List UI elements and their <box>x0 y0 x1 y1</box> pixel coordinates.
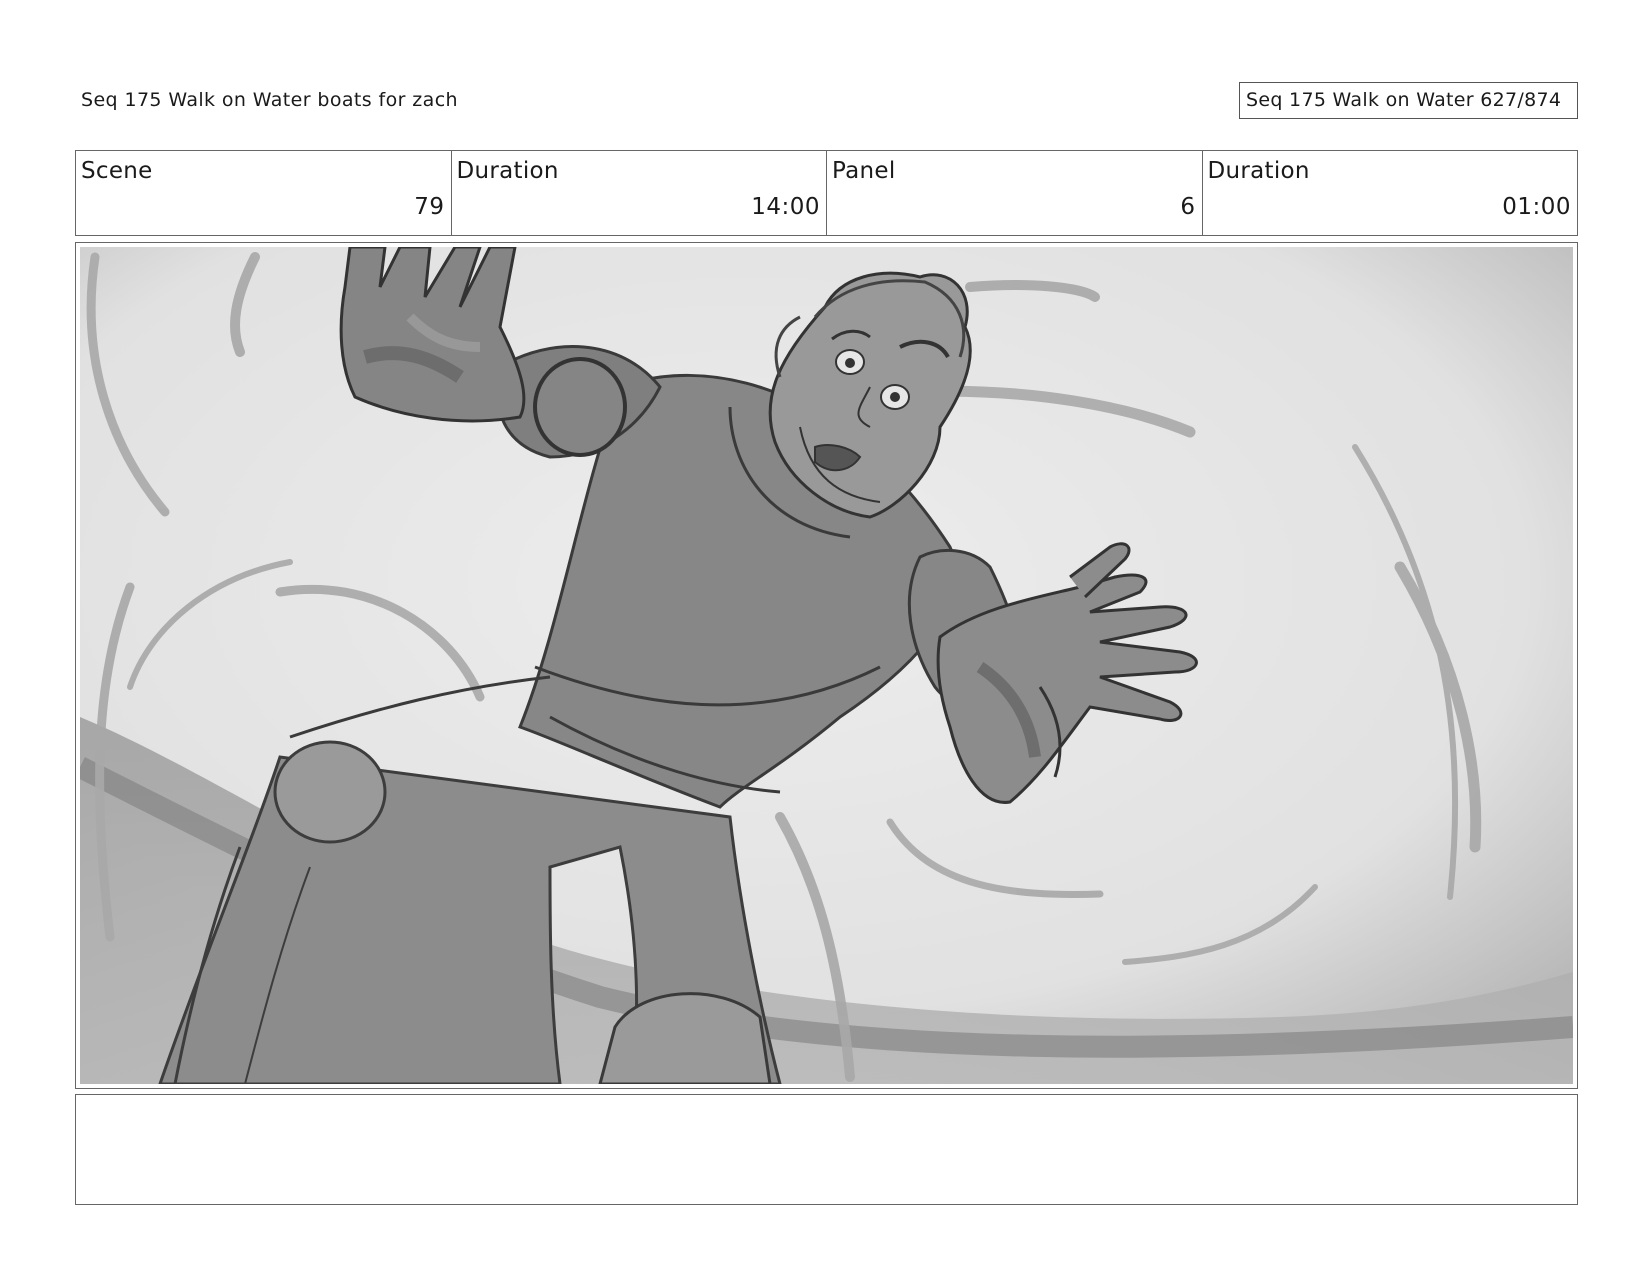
panel-duration-label: Duration <box>1207 158 1310 184</box>
panel-cell: Panel 6 <box>827 151 1203 235</box>
scene-duration-label: Duration <box>456 158 559 184</box>
scene-duration-value: 14:00 <box>751 194 820 220</box>
panel-duration-value: 01:00 <box>1502 194 1571 220</box>
storyboard-panel-frame <box>75 242 1578 1089</box>
storyboard-sketch-image <box>80 247 1573 1084</box>
scene-cell: Scene 79 <box>76 151 452 235</box>
sequence-title: Seq 175 Walk on Water boats for zach <box>81 89 458 111</box>
panel-info-row: Scene 79 Duration 14:00 Panel 6 Duration… <box>75 150 1578 236</box>
scene-duration-cell: Duration 14:00 <box>452 151 827 235</box>
panel-notes-box <box>75 1094 1578 1205</box>
panel-label: Panel <box>832 158 896 184</box>
scene-value: 79 <box>414 194 445 220</box>
page-counter: Seq 175 Walk on Water 627/874 <box>1239 82 1578 119</box>
panel-duration-cell: Duration 01:00 <box>1203 151 1578 235</box>
panel-value: 6 <box>1180 194 1196 220</box>
scene-label: Scene <box>81 158 153 184</box>
